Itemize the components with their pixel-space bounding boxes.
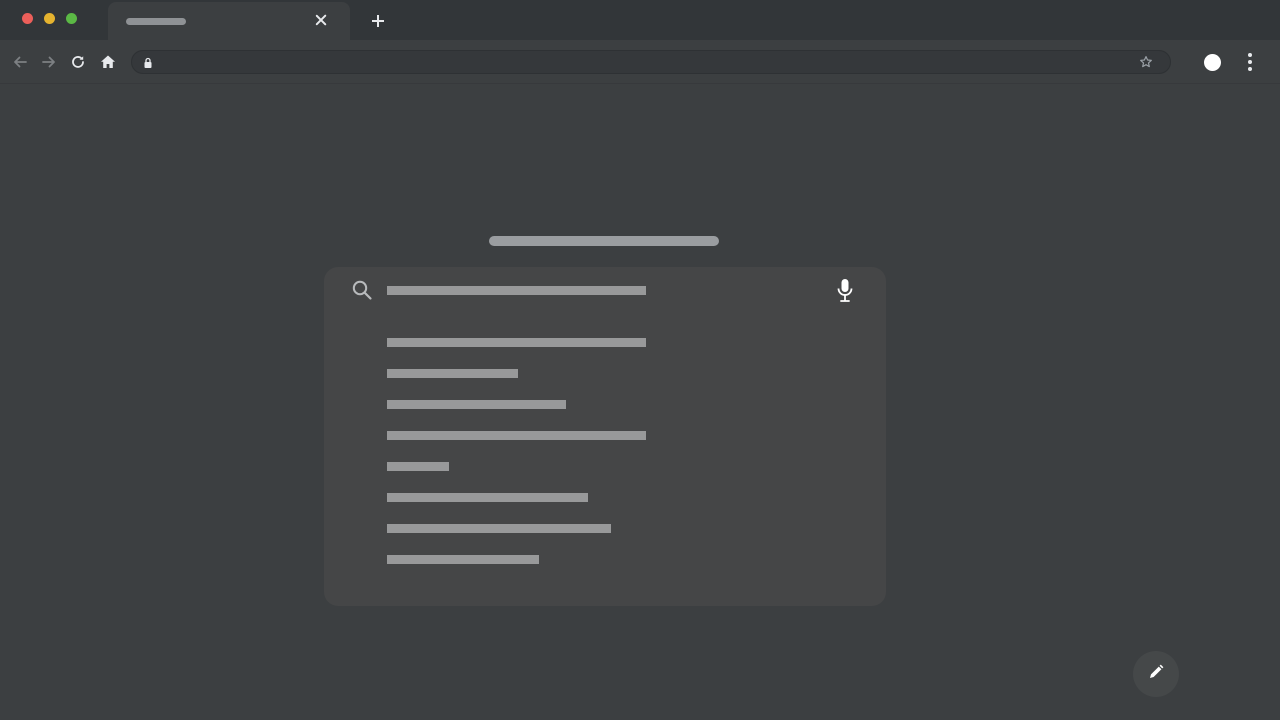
suggestion-item[interactable] bbox=[387, 431, 646, 440]
page-title bbox=[489, 236, 719, 246]
tab-title bbox=[126, 18, 186, 25]
menu-icon[interactable] bbox=[1244, 52, 1256, 72]
browser-toolbar bbox=[0, 40, 1280, 84]
tab-close-icon[interactable] bbox=[314, 13, 328, 27]
customize-button[interactable] bbox=[1133, 651, 1179, 697]
search-input[interactable] bbox=[387, 286, 646, 295]
microphone-icon[interactable] bbox=[834, 278, 856, 304]
back-icon[interactable] bbox=[8, 50, 32, 74]
suggestion-item[interactable] bbox=[387, 369, 518, 378]
forward-icon[interactable] bbox=[37, 50, 61, 74]
window-minimize-button[interactable] bbox=[44, 13, 55, 24]
suggestion-item[interactable] bbox=[387, 555, 539, 564]
search-panel bbox=[324, 267, 886, 606]
search-icon bbox=[351, 279, 373, 301]
tab-strip bbox=[0, 0, 1280, 40]
window-close-button[interactable] bbox=[22, 13, 33, 24]
suggestion-item[interactable] bbox=[387, 400, 566, 409]
lock-icon bbox=[143, 56, 153, 68]
suggestion-item[interactable] bbox=[387, 338, 646, 347]
address-bar[interactable] bbox=[131, 50, 1171, 74]
suggestion-item[interactable] bbox=[387, 493, 588, 502]
profile-avatar[interactable] bbox=[1204, 54, 1221, 71]
reload-icon[interactable] bbox=[66, 50, 90, 74]
new-tab-icon[interactable] bbox=[371, 14, 385, 28]
pencil-icon bbox=[1147, 663, 1165, 686]
tab-active[interactable] bbox=[108, 2, 350, 40]
suggestion-item[interactable] bbox=[387, 524, 611, 533]
star-icon[interactable] bbox=[1139, 55, 1153, 69]
suggestion-item[interactable] bbox=[387, 462, 449, 471]
window-maximize-button[interactable] bbox=[66, 13, 77, 24]
home-icon[interactable] bbox=[96, 50, 120, 74]
